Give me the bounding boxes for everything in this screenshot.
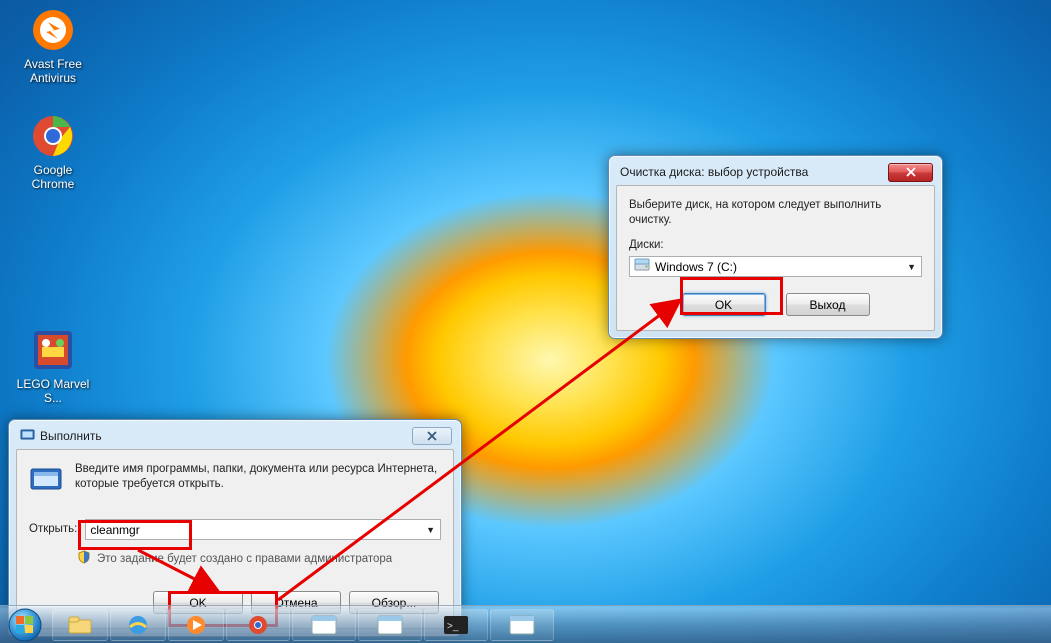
cleanup-titlebar[interactable]: Очистка диска: выбор устройства: [616, 163, 935, 185]
chevron-down-icon: ▼: [907, 262, 916, 272]
taskbar-item[interactable]: >_: [424, 609, 488, 641]
desktop-icon-avast[interactable]: Avast FreeAntivirus: [14, 6, 92, 85]
chrome-icon: [246, 614, 270, 636]
start-button[interactable]: [4, 608, 46, 642]
cleanup-dialog: Очистка диска: выбор устройства Выберите…: [608, 155, 943, 339]
taskbar-item[interactable]: [52, 609, 108, 641]
cmd-icon: >_: [442, 614, 470, 636]
taskbar[interactable]: >_: [0, 605, 1051, 643]
desktop-icon-label: Avast FreeAntivirus: [14, 57, 92, 85]
admin-note: Это задание будет создано с правами адми…: [97, 552, 392, 567]
cleanup-instruction: Выберите диск, на котором следует выполн…: [629, 198, 922, 228]
taskbar-item[interactable]: [110, 609, 166, 641]
run-icon: [20, 427, 35, 445]
chrome-icon: [29, 112, 77, 160]
taskbar-item[interactable]: [490, 609, 554, 641]
chevron-down-icon: ▼: [426, 525, 435, 535]
svg-text:>_: >_: [447, 621, 459, 632]
run-instruction: Введите имя программы, папки, документа …: [75, 462, 441, 492]
lego-icon: [29, 326, 77, 374]
desktop-icon-chrome[interactable]: GoogleChrome: [14, 112, 92, 191]
avast-icon: [29, 6, 77, 54]
close-button[interactable]: [888, 163, 933, 182]
open-combobox[interactable]: cleanmgr ▼: [85, 519, 441, 540]
exit-button[interactable]: Выход: [786, 293, 870, 316]
shield-icon: [77, 550, 91, 569]
window-icon: [376, 614, 404, 636]
ie-icon: [126, 614, 150, 636]
drive-value: Windows 7 (C:): [655, 260, 737, 274]
desktop-icon-lego[interactable]: LEGO MarvelS...: [14, 326, 92, 405]
taskbar-item[interactable]: [358, 609, 422, 641]
ok-button[interactable]: OK: [682, 293, 766, 316]
desktop-icon-label: LEGO MarvelS...: [14, 377, 92, 405]
drives-label: Диски:: [629, 238, 922, 253]
close-button[interactable]: [412, 427, 452, 445]
run-large-icon: [29, 462, 63, 501]
taskbar-item[interactable]: [168, 609, 224, 641]
wmp-icon: [184, 614, 208, 636]
explorer-icon: [68, 615, 92, 635]
drive-combobox[interactable]: Windows 7 (C:) ▼: [629, 256, 922, 277]
window-icon: [508, 614, 536, 636]
open-label: Открыть:: [29, 522, 77, 537]
window-icon: [310, 614, 338, 636]
taskbar-item[interactable]: [226, 609, 290, 641]
cleanup-title: Очистка диска: выбор устройства: [620, 165, 808, 179]
desktop-icon-label: GoogleChrome: [14, 163, 92, 191]
drive-icon: [634, 258, 650, 275]
open-value: cleanmgr: [90, 523, 139, 537]
run-dialog-titlebar[interactable]: Выполнить: [16, 427, 454, 449]
taskbar-item[interactable]: [292, 609, 356, 641]
run-dialog-title: Выполнить: [40, 429, 102, 443]
